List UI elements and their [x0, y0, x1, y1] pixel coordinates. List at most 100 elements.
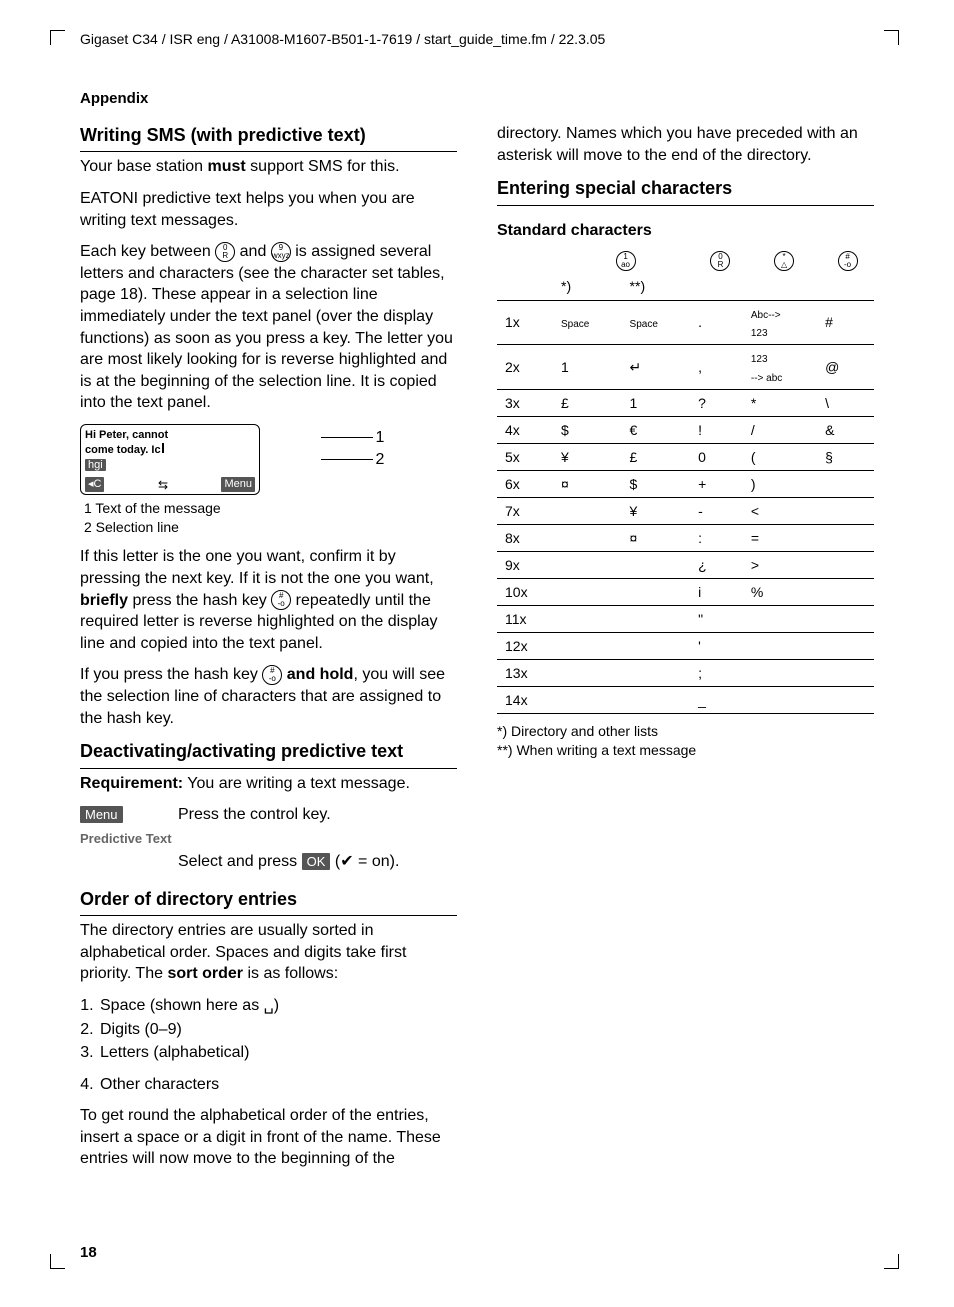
- cell: [626, 579, 695, 606]
- callout-numbers: 1 2: [319, 424, 384, 471]
- display-figure: Hi Peter, cannot come today. Ic hgi ◂C ⇆…: [80, 424, 457, 495]
- heading-deactivating: Deactivating/activating predictive text: [80, 739, 457, 768]
- cell: /: [747, 417, 821, 444]
- step-text: Press the control key.: [178, 804, 331, 826]
- menu-softkey-label: Menu: [80, 806, 123, 823]
- row-label: 6x: [497, 471, 557, 498]
- cell: [626, 660, 695, 687]
- text: If you press the hash key: [80, 666, 262, 683]
- cell: ': [694, 633, 747, 660]
- cell: Space: [557, 300, 626, 345]
- cell: #: [821, 300, 874, 345]
- table-row: 4x$€!/&: [497, 417, 874, 444]
- cell: [821, 498, 874, 525]
- menu-path: Predictive Text: [80, 830, 457, 848]
- list-item: Digits (0–9): [98, 1019, 457, 1041]
- table-row: 13x;: [497, 660, 874, 687]
- list-item: Other characters: [98, 1074, 457, 1096]
- text-bold: Requirement:: [80, 775, 183, 792]
- text-bold: must: [208, 158, 246, 175]
- cell: [821, 687, 874, 714]
- text: If this letter is the one you want, conf…: [80, 548, 434, 587]
- softkey-middle: ⇆: [158, 477, 168, 493]
- cell: [557, 606, 626, 633]
- ok-softkey-label: OK: [302, 853, 331, 870]
- step-text: Select and press OK (✔ = on).: [178, 851, 399, 873]
- cell: [557, 552, 626, 579]
- cell: [821, 471, 874, 498]
- selection-line: hgi: [85, 459, 106, 471]
- crop-mark: [884, 30, 899, 45]
- text: support SMS for this.: [246, 158, 400, 175]
- cell: [626, 552, 695, 579]
- table-row: 8x¤:=: [497, 525, 874, 552]
- text: You are writing a text message.: [183, 775, 410, 792]
- text: is as follows:: [243, 965, 338, 982]
- key-star-icon: *△: [774, 251, 794, 271]
- cell: £: [626, 444, 695, 471]
- key-9-icon: 9wxyz: [271, 242, 291, 262]
- cell: [821, 660, 874, 687]
- cell: ;: [694, 660, 747, 687]
- page-number: 18: [80, 1243, 97, 1263]
- row-label: 5x: [497, 444, 557, 471]
- table-row: 5x¥£0(§: [497, 444, 874, 471]
- cell: Abc-->123: [747, 300, 821, 345]
- cell: 123--> abc: [747, 345, 821, 390]
- cell: [557, 660, 626, 687]
- row-label: 9x: [497, 552, 557, 579]
- text: press the hash key: [128, 592, 271, 609]
- cell: >: [747, 552, 821, 579]
- cell: [626, 687, 695, 714]
- cell: [626, 606, 695, 633]
- cell: <: [747, 498, 821, 525]
- row-label: 1x: [497, 300, 557, 345]
- subheader: *): [557, 274, 626, 301]
- text-bold: briefly: [80, 592, 128, 609]
- row-label: 10x: [497, 579, 557, 606]
- standard-characters-table: 1ao 0R *△ #-o *) **) 1xSpaceSpace.Abc-->…: [497, 247, 874, 714]
- body-text: Each key between 0R and 9wxyz is assigne…: [80, 241, 457, 414]
- key-1-icon: 1ao: [616, 251, 636, 271]
- cell: §: [821, 444, 874, 471]
- cell: !: [694, 417, 747, 444]
- step-row: Select and press OK (✔ = on).: [80, 851, 457, 873]
- body-text: The directory entries are usually sorted…: [80, 920, 457, 985]
- table-row: 9x ¿>: [497, 552, 874, 579]
- cell: -: [694, 498, 747, 525]
- cell: ¿: [694, 552, 747, 579]
- row-label: 4x: [497, 417, 557, 444]
- crop-mark: [50, 30, 65, 45]
- cell: $: [626, 471, 695, 498]
- cell: [747, 660, 821, 687]
- footnote: *) Directory and other lists: [497, 723, 658, 739]
- cell: ¥: [557, 444, 626, 471]
- cell: ↵: [626, 345, 695, 390]
- table-row: 12x': [497, 633, 874, 660]
- cell: ¥: [626, 498, 695, 525]
- legend-line: 2 Selection line: [84, 519, 179, 535]
- crop-mark: [50, 1254, 65, 1269]
- text: and: [235, 243, 271, 260]
- cell: _: [694, 687, 747, 714]
- cell: ¤: [626, 525, 695, 552]
- cell: i: [694, 579, 747, 606]
- cell: [747, 633, 821, 660]
- cell: [821, 606, 874, 633]
- table-row: 11x": [497, 606, 874, 633]
- table-footnotes: *) Directory and other lists **) When wr…: [497, 722, 874, 760]
- legend-line: 1 Text of the message: [84, 500, 221, 516]
- cell: [557, 579, 626, 606]
- cell: $: [557, 417, 626, 444]
- cell: =: [747, 525, 821, 552]
- page-body: Gigaset C34 / ISR eng / A31008-M1607-B50…: [80, 30, 874, 1257]
- row-label: 14x: [497, 687, 557, 714]
- section-label: Appendix: [80, 89, 874, 109]
- heading-writing-sms: Writing SMS (with predictive text): [80, 123, 457, 152]
- callout-2: 2: [375, 451, 384, 468]
- table-row: 6x¤$+): [497, 471, 874, 498]
- footnote: **) When writing a text message: [497, 742, 696, 758]
- cell: [821, 633, 874, 660]
- text: Each key between: [80, 243, 215, 260]
- cell: *: [747, 390, 821, 417]
